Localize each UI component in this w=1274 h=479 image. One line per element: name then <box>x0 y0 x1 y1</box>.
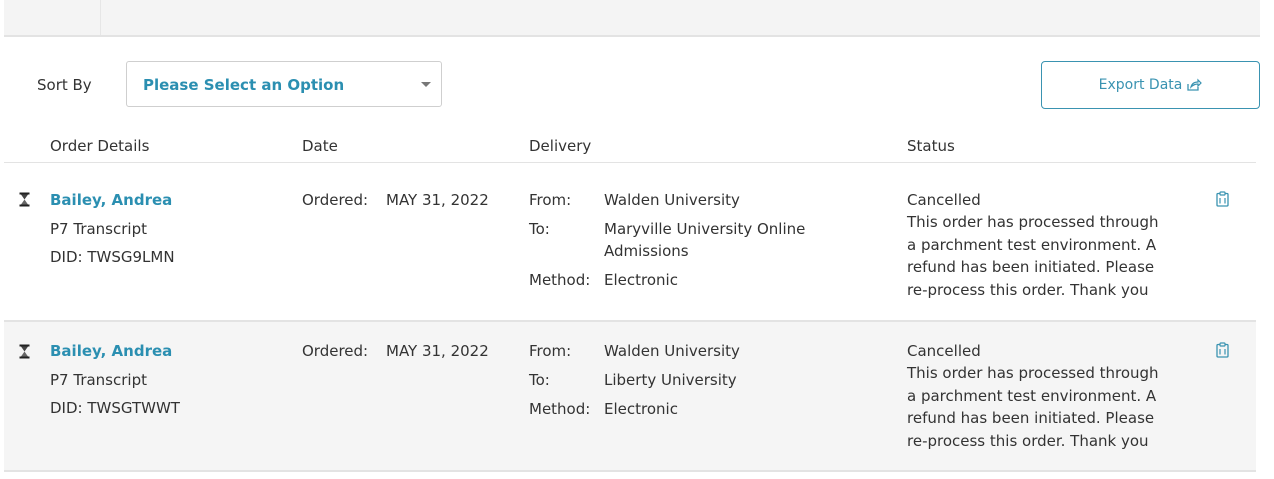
method-label: Method: <box>529 271 591 289</box>
date-label: Ordered: <box>302 191 369 209</box>
header-date: Date <box>302 137 338 155</box>
method-value: Electronic <box>604 400 678 418</box>
status-note: This order has processed through a parch… <box>907 364 1159 450</box>
order-details-cell: Bailey, Andrea P7 Transcript DID: TWSG9L… <box>50 189 175 268</box>
toolbar-divider <box>100 0 101 35</box>
to-label: To: <box>529 220 550 238</box>
method-label: Method: <box>529 400 591 418</box>
from-value: Walden University <box>604 342 740 360</box>
document-id: DID: TWSG9LMN <box>50 248 175 266</box>
date-value: MAY 31, 2022 <box>386 191 489 209</box>
status-note: This order has processed through a parch… <box>907 213 1159 299</box>
header-status: Status <box>907 137 955 155</box>
method-value: Electronic <box>604 271 678 289</box>
document-type: P7 Transcript <box>50 371 147 389</box>
document-id: DID: TWSGTWWT <box>50 399 180 417</box>
to-value: Liberty University <box>604 371 737 389</box>
status-value: Cancelled <box>907 342 981 360</box>
export-share-icon <box>1187 78 1203 91</box>
to-label: To: <box>529 371 550 389</box>
from-label: From: <box>529 342 572 360</box>
sort-select-value: Please Select an Option <box>143 76 345 94</box>
document-type: P7 Transcript <box>50 220 147 238</box>
header-delivery: Delivery <box>529 137 592 155</box>
order-details-cell: Bailey, Andrea P7 Transcript DID: TWSGTW… <box>50 340 180 419</box>
hourglass-icon <box>19 192 30 207</box>
hourglass-icon <box>19 344 30 359</box>
from-label: From: <box>529 191 572 209</box>
status-value: Cancelled <box>907 191 981 209</box>
sort-by-label: Sort By <box>37 76 92 94</box>
table-row: Bailey, Andrea P7 Transcript DID: TWSGTW… <box>4 322 1256 472</box>
from-value: Walden University <box>604 191 740 209</box>
export-data-button[interactable]: Export Data <box>1041 61 1260 109</box>
customer-name-link[interactable]: Bailey, Andrea <box>50 340 180 362</box>
top-toolbar-band <box>4 0 1260 37</box>
export-data-label: Export Data <box>1098 77 1183 93</box>
sort-select[interactable]: Please Select an Option <box>126 61 442 107</box>
clipboard-icon[interactable] <box>1216 342 1229 358</box>
to-value: Maryville University Online Admissions <box>604 220 806 260</box>
customer-name-link[interactable]: Bailey, Andrea <box>50 189 175 211</box>
header-order-details: Order Details <box>50 137 150 155</box>
date-label: Ordered: <box>302 342 369 360</box>
date-value: MAY 31, 2022 <box>386 342 489 360</box>
clipboard-icon[interactable] <box>1216 191 1229 207</box>
table-row: Bailey, Andrea P7 Transcript DID: TWSG9L… <box>4 163 1256 322</box>
chevron-down-icon <box>421 82 431 87</box>
